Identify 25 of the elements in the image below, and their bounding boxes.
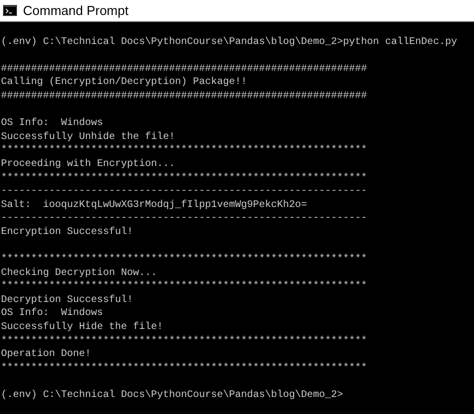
console-line: ------------------------------------------------------------- <box>1 212 368 226</box>
console-line: OS Info: Windows <box>1 117 104 131</box>
console-line: ************************************************************* <box>1 172 368 186</box>
console-line: Salt: iooquzKtqLwUwXG3rModqj_fIlpp1vemWg9PekcKh2o= <box>1 198 308 212</box>
console-line: (.env) C:\Technical Docs\PythonCourse\Pandas\blog\Demo_2> <box>1 389 344 403</box>
window-title: Command Prompt <box>23 2 128 20</box>
console-line: ------------------------------------------------------------- <box>1 185 368 199</box>
console-line: Operation Done! <box>1 348 92 362</box>
console-icon <box>3 5 17 16</box>
console-line: ************************************************************* <box>1 280 368 294</box>
console-line: Calling (Encryption/Decryption) Package!! <box>1 76 248 90</box>
console-line: Proceeding with Encryption... <box>1 158 176 172</box>
console-line: ************************************************************* <box>1 144 368 158</box>
console-line: Encryption Successful! <box>1 226 134 240</box>
console-line: Decryption Successful! <box>1 294 134 308</box>
console-line: ************************************************************* <box>1 253 368 267</box>
console-line: ############################################################# <box>1 90 368 104</box>
console-line: (.env) C:\Technical Docs\PythonCourse\Pandas\blog\Demo_2>python callEnDec.py <box>1 36 458 50</box>
console-line: OS Info: Windows <box>1 307 104 322</box>
console-line: ############################################################# <box>1 62 368 76</box>
console-line: Successfully Unhide the file! <box>1 130 176 144</box>
console-line: ************************************************************* <box>1 362 368 376</box>
console-line: Checking Decryption Now... <box>1 266 158 280</box>
console-line: ************************************************************* <box>1 334 368 348</box>
console-line: Successfully Hide the file! <box>1 321 164 335</box>
